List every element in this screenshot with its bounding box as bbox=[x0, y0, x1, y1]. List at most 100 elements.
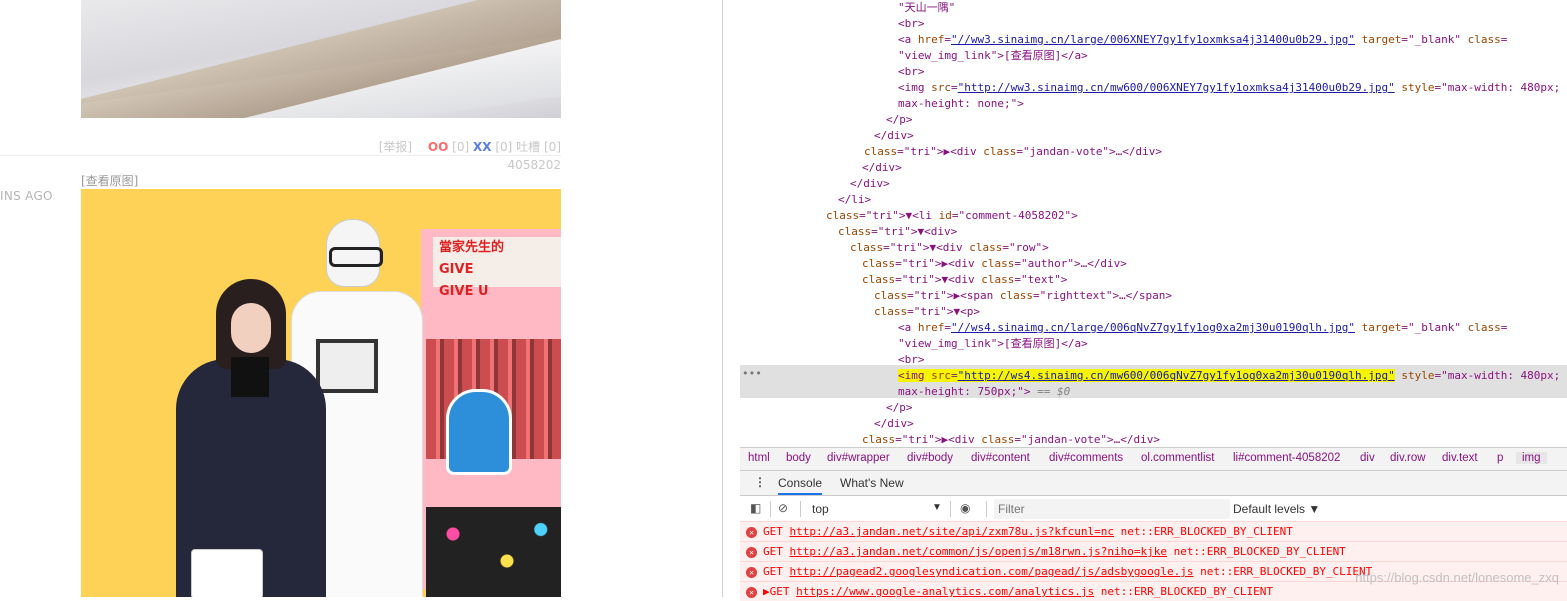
console-filter-input[interactable] bbox=[994, 499, 1230, 519]
dom-node-line[interactable]: </p> bbox=[886, 112, 913, 128]
tab-console[interactable]: Console bbox=[778, 476, 823, 495]
breadcrumb-item[interactable]: div bbox=[1360, 452, 1375, 464]
console-error-row[interactable]: ✕ GET http://a3.jandan.net/common/js/open… bbox=[740, 541, 1567, 561]
dom-node-line[interactable]: class="tri">▶<div class="jandan-vote">…<… bbox=[864, 144, 1162, 160]
error-method: ▶GET bbox=[763, 585, 797, 598]
error-url-link[interactable]: http://a3.jandan.net/site/api/zxm78u.js?… bbox=[790, 525, 1115, 538]
error-icon: ✕ bbox=[746, 566, 757, 578]
breadcrumb-item[interactable]: html bbox=[748, 452, 770, 464]
dom-node-line[interactable]: </div> bbox=[874, 416, 914, 432]
scarf bbox=[231, 357, 269, 397]
panel-divider[interactable] bbox=[722, 0, 723, 597]
toolbar-separator bbox=[986, 501, 987, 517]
dom-node-line[interactable]: class="tri">▼<div> bbox=[838, 224, 957, 240]
dom-node-line[interactable]: </div> bbox=[862, 160, 902, 176]
dom-node-line[interactable]: class="tri">▼<div class="text"> bbox=[862, 272, 1067, 288]
post-image-snow[interactable] bbox=[81, 0, 561, 118]
shopping-bag bbox=[191, 549, 263, 597]
breadcrumb-item[interactable]: body bbox=[786, 452, 811, 464]
breadcrumb-item[interactable]: li#comment-4058202 bbox=[1233, 452, 1340, 464]
toolbar-separator bbox=[800, 501, 801, 517]
clear-console-icon[interactable]: ⊘ bbox=[778, 501, 788, 515]
post-divider bbox=[0, 155, 561, 156]
toolbar-separator bbox=[950, 501, 951, 517]
context-selector[interactable]: top bbox=[812, 502, 829, 516]
breadcrumb-item[interactable]: p bbox=[1497, 452, 1503, 464]
error-method: GET bbox=[763, 565, 790, 578]
drawer-menu-icon[interactable]: ⋮ bbox=[754, 475, 766, 489]
flask-icon bbox=[446, 389, 512, 475]
breadcrumb: html body div#wrapper div#body div#content di… bbox=[740, 447, 1567, 471]
error-icon: ✕ bbox=[746, 546, 757, 558]
star-bag bbox=[426, 507, 561, 597]
oo-count: [0] bbox=[452, 140, 470, 154]
dom-node-line[interactable]: </div> bbox=[850, 176, 890, 192]
error-url-link[interactable]: http://pagead2.googlesyndication.com/pag… bbox=[790, 565, 1194, 578]
breadcrumb-item[interactable]: div.text bbox=[1442, 452, 1478, 464]
tab-whats-new[interactable]: What's New bbox=[840, 476, 904, 490]
dom-node-line[interactable]: <br> bbox=[898, 352, 925, 368]
dom-node-line[interactable]: max-height: none;"> bbox=[898, 96, 1024, 112]
glasses bbox=[329, 247, 383, 267]
dom-node-line[interactable]: class="tri">▶<span class="righttext">…</… bbox=[874, 288, 1172, 304]
tucao-link[interactable]: 吐槽 bbox=[516, 140, 540, 154]
shelf-sign: 當家先生的 GIVE GIVE U bbox=[433, 237, 561, 299]
post-time-ago: INS AGO bbox=[0, 189, 53, 203]
error-message: net::ERR_BLOCKED_BY_CLIENT bbox=[1114, 525, 1293, 538]
breadcrumb-item[interactable]: div.row bbox=[1390, 452, 1426, 464]
error-message: net::ERR_BLOCKED_BY_CLIENT bbox=[1167, 545, 1346, 558]
dom-node-line[interactable]: "天山一隅" bbox=[898, 0, 955, 16]
post-id: 4058202 bbox=[507, 158, 561, 172]
post-image-skeleton[interactable]: 當家先生的 GIVE GIVE U bbox=[81, 189, 561, 597]
eye-icon[interactable]: ◉ bbox=[960, 501, 970, 515]
dom-node-line[interactable]: <br> bbox=[898, 64, 925, 80]
dom-node-line[interactable]: <img src="http://ww3.sinaimg.cn/mw600/00… bbox=[898, 80, 1560, 96]
dom-node-line[interactable]: </div> bbox=[874, 128, 914, 144]
oo-vote-button[interactable]: OO bbox=[428, 140, 448, 154]
breadcrumb-item[interactable]: div#comments bbox=[1049, 452, 1123, 464]
error-message: net::ERR_BLOCKED_BY_CLIENT bbox=[1094, 585, 1273, 598]
report-link[interactable]: [举报] bbox=[379, 140, 412, 154]
breadcrumb-item[interactable]: ol.commentlist bbox=[1141, 452, 1215, 464]
dom-node-line[interactable]: class="tri">▼<p> bbox=[874, 304, 980, 320]
person-figure bbox=[176, 279, 326, 597]
breadcrumb-item[interactable]: div#content bbox=[971, 452, 1030, 464]
post-meta-row: [举报] OO [0] XX [0] 吐槽 [0] bbox=[379, 138, 561, 155]
toolbar-separator bbox=[770, 501, 771, 517]
node-menu-dots[interactable]: ••• bbox=[742, 367, 762, 380]
error-icon: ✕ bbox=[746, 586, 757, 598]
dom-node-line[interactable]: <img src="http://ws4.sinaimg.cn/mw600/00… bbox=[898, 368, 1560, 384]
dom-node-line[interactable]: max-height: 750px;"> == $0 bbox=[898, 384, 1070, 400]
error-url-link[interactable]: https://www.google-analytics.com/analyti… bbox=[796, 585, 1094, 598]
drawer-tabbar: ⋮ Console What's New bbox=[740, 471, 1567, 496]
error-message: net::ERR_BLOCKED_BY_CLIENT bbox=[1193, 565, 1373, 578]
breadcrumb-item[interactable]: div#body bbox=[907, 452, 953, 464]
console-error-row[interactable]: ✕ GET http://a3.jandan.net/site/api/zxm78… bbox=[740, 521, 1567, 541]
xx-vote-button[interactable]: XX bbox=[473, 140, 492, 154]
dom-node-line[interactable]: class="tri">▶<div class="author">…</div> bbox=[862, 256, 1127, 272]
dom-node-line[interactable]: <a href="//ws4.sinaimg.cn/large/006qNvZ7… bbox=[898, 320, 1507, 336]
dom-node-line[interactable]: class="tri">▶<div class="jandan-vote">…<… bbox=[862, 432, 1160, 448]
error-method: GET bbox=[763, 545, 790, 558]
dom-node-line[interactable]: "view_img_link">[查看原图]</a> bbox=[898, 48, 1088, 64]
dom-node-line[interactable]: </p> bbox=[886, 400, 913, 416]
error-url-link[interactable]: http://a3.jandan.net/common/js/openjs/m1… bbox=[790, 545, 1168, 558]
breadcrumb-item[interactable]: img bbox=[1516, 452, 1547, 464]
dom-node-line[interactable]: </li> bbox=[838, 192, 871, 208]
dom-node-line[interactable]: class="tri">▼<div class="row"> bbox=[850, 240, 1049, 256]
dom-node-line[interactable]: <a href="//ww3.sinaimg.cn/large/006XNEY7… bbox=[898, 32, 1507, 48]
error-method: GET bbox=[763, 525, 790, 538]
dom-node-line[interactable]: class="tri">▼<li id="comment-4058202"> bbox=[826, 208, 1078, 224]
chevron-down-icon[interactable]: ▼ bbox=[932, 502, 942, 513]
devtools-panel: ••• "天山一隅" <br> <a href="//ww3.sinaimg.cn/… bbox=[740, 0, 1567, 601]
face bbox=[231, 303, 271, 353]
dom-node-line[interactable]: "view_img_link">[查看原图]</a> bbox=[898, 336, 1088, 352]
dom-node-line[interactable]: <br> bbox=[898, 16, 925, 32]
watermark: https://blog.csdn.net/lonesome_zxq bbox=[1355, 570, 1559, 585]
log-levels-dropdown[interactable]: Default levels ▼ bbox=[1233, 502, 1320, 516]
elements-tree: ••• "天山一隅" <br> <a href="//ww3.sinaimg.cn/… bbox=[740, 0, 1567, 462]
sidebar-toggle-icon[interactable]: ◧ bbox=[750, 501, 761, 515]
error-icon: ✕ bbox=[746, 526, 757, 538]
view-original-link[interactable]: [查看原图] bbox=[81, 172, 138, 189]
breadcrumb-item[interactable]: div#wrapper bbox=[827, 452, 890, 464]
